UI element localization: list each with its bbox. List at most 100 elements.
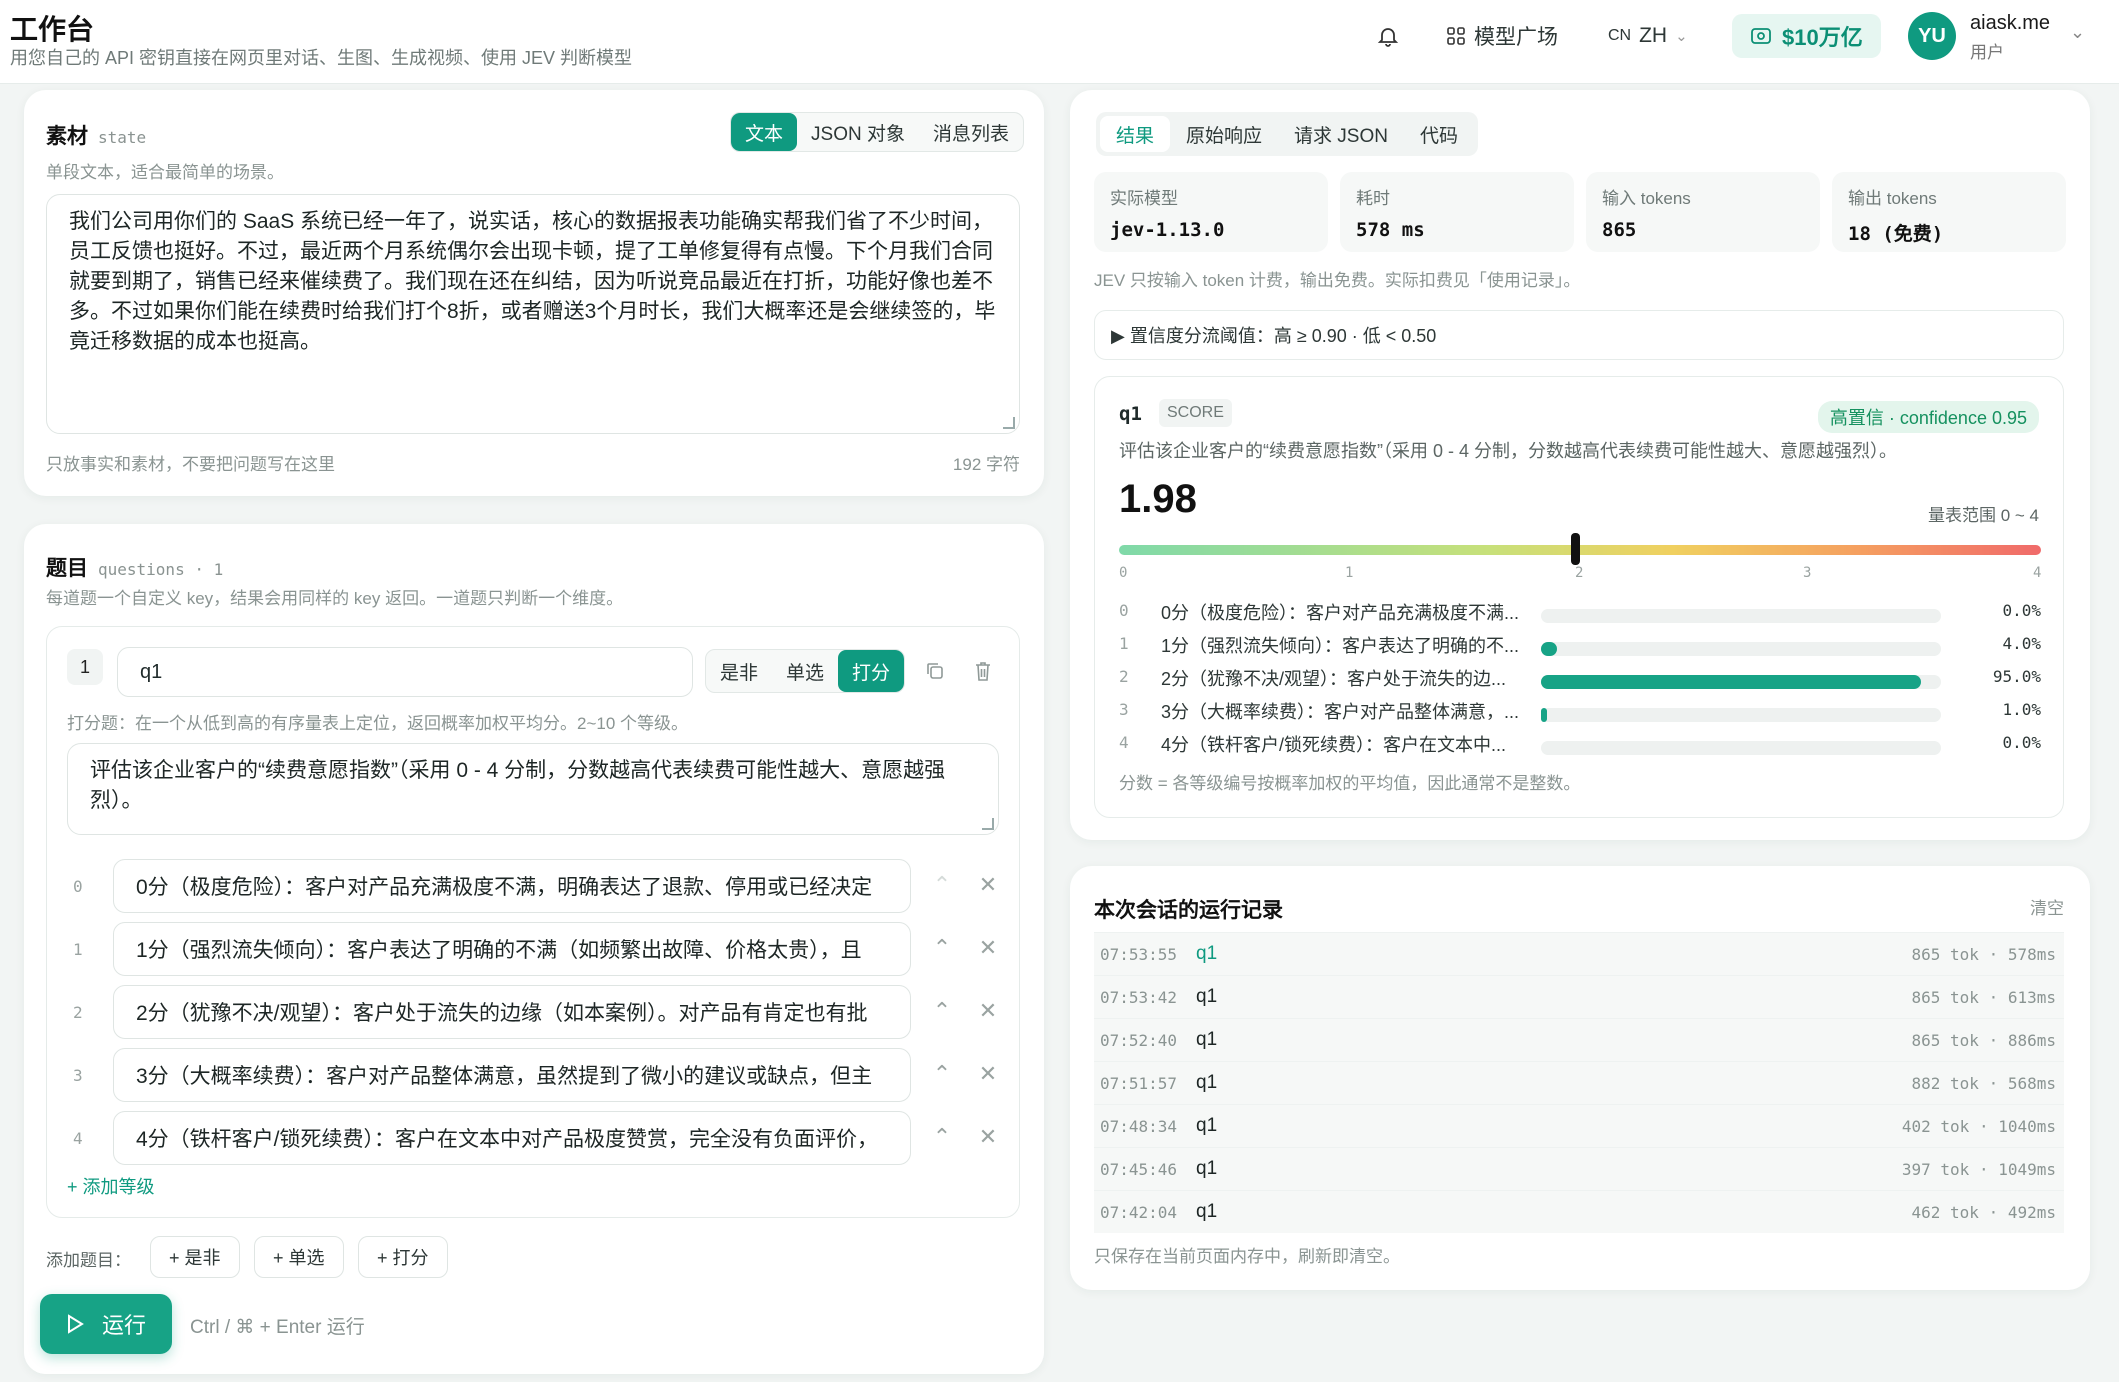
add-question-label: 添加题目：	[46, 1251, 131, 1270]
clear-log-button[interactable]: 清空	[2030, 894, 2064, 919]
mode-text-tab[interactable]: 文本	[731, 113, 798, 151]
level-index: 1	[73, 940, 83, 959]
question-prompt-textarea[interactable]: 评估该企业客户的“续费意愿指数”（采用 0 - 4 分制，分数越高代表续费可能性…	[67, 743, 999, 835]
copy-button[interactable]	[919, 655, 951, 687]
remove-level-icon[interactable]: ✕	[973, 869, 1003, 901]
log-meta: 462 tok · 492ms	[1911, 1203, 2057, 1222]
log-time: 07:51:57	[1100, 1074, 1178, 1093]
level-input[interactable]: 2分（犹豫不决/观望）：客户处于流失的边缘（如本案例）。对产品有肯定也有批	[113, 985, 911, 1039]
stat-output-tokens: 输出 tokens 18 (免费)	[1832, 172, 2066, 252]
log-time: 07:45:46	[1100, 1160, 1178, 1179]
run-log-title: 本次会话的运行记录	[1094, 899, 1283, 922]
distribution-label: 3分（大概率续费）：客户对产品整体满意，...	[1161, 702, 1520, 722]
mode-messages-tab[interactable]: 消息列表	[919, 113, 1023, 151]
log-question: q1	[1196, 1158, 1218, 1179]
score-result: q1 SCORE 高置信 · confidence 0.95 评估该企业客户的“…	[1094, 376, 2064, 818]
distribution-label: 1分（强烈流失倾向）：客户表达了明确的不...	[1161, 636, 1520, 656]
run-shortcut-hint: Ctrl / ⌘ + Enter 运行	[190, 1317, 365, 1338]
stat-label: 输出 tokens	[1848, 189, 1937, 208]
resize-handle[interactable]	[982, 818, 994, 830]
result-tabs: 结果 原始响应 请求 JSON 代码	[1096, 112, 1478, 156]
material-footer-hint: 只放事实和素材，不要把问题写在这里	[46, 455, 335, 474]
remove-level-icon[interactable]: ✕	[973, 995, 1003, 1027]
move-up-icon[interactable]: ⌃	[927, 1121, 957, 1153]
notification-bell-button[interactable]	[1372, 18, 1404, 54]
level-input[interactable]: 0分（极度危险）：客户对产品充满极度不满，明确表达了退款、停用或已经决定	[113, 859, 911, 913]
distribution-percent: 4.0%	[2002, 634, 2041, 653]
log-meta: 402 tok · 1040ms	[1901, 1117, 2056, 1136]
model-marketplace-link[interactable]: 模型广场	[1446, 18, 1558, 54]
level-input[interactable]: 3分（大概率续费）：客户对产品整体满意，虽然提到了微小的建议或缺点，但主	[113, 1048, 911, 1102]
credit-balance-button[interactable]: $10万亿	[1732, 14, 1881, 58]
distribution-fill	[1541, 642, 1557, 656]
resize-handle[interactable]	[1003, 417, 1015, 429]
log-row[interactable]: 07:52:40 q1 865 tok · 886ms	[1094, 1018, 2064, 1061]
distribution-track	[1541, 642, 1941, 656]
add-single-button[interactable]: + 单选	[254, 1236, 344, 1278]
stat-value: 865	[1602, 219, 1637, 241]
tab-request-json[interactable]: 请求 JSON	[1278, 116, 1404, 152]
tab-result[interactable]: 结果	[1100, 116, 1171, 152]
copy-icon	[927, 663, 943, 679]
log-row[interactable]: 07:53:55 q1 865 tok · 578ms	[1094, 932, 2064, 975]
billing-note: JEV 只按输入 token 计费，输出免费。实际扣费见「使用记录」。	[1094, 271, 1581, 290]
material-textarea[interactable]: 我们公司用你们的 SaaS 系统已经一年了，说实话，核心的数据报表功能确实帮我们…	[46, 194, 1020, 434]
tab-raw-response[interactable]: 原始响应	[1170, 116, 1278, 152]
log-question: q1	[1196, 1201, 1218, 1222]
material-card: 素材 state 单段文本，适合最简单的场景。 文本 JSON 对象 消息列表 我…	[24, 90, 1044, 496]
log-row[interactable]: 07:42:04 q1 462 tok · 492ms	[1094, 1190, 2064, 1233]
move-up-icon[interactable]: ⌃	[927, 869, 957, 901]
stat-label: 输入 tokens	[1602, 189, 1691, 208]
remove-level-icon[interactable]: ✕	[973, 932, 1003, 964]
avatar[interactable]: YU	[1908, 12, 1956, 60]
language-selector[interactable]: CN ZH ⌄	[1608, 18, 1688, 54]
add-boolean-button[interactable]: + 是非	[150, 1236, 240, 1278]
log-row[interactable]: 07:45:46 q1 397 tok · 1049ms	[1094, 1147, 2064, 1190]
add-level-button[interactable]: + 添加等级	[67, 1173, 155, 1199]
type-single-tab[interactable]: 单选	[772, 650, 838, 692]
remove-level-icon[interactable]: ✕	[973, 1121, 1003, 1153]
scale-tick: 0	[1119, 565, 1128, 581]
distribution-row: 0 0分（极度危险）：客户对产品充满极度不满... 0.0%	[1095, 597, 2065, 630]
threshold-toggle[interactable]: ▶ 置信度分流阈值：高 ≥ 0.90 · 低 < 0.50	[1094, 310, 2064, 360]
log-row[interactable]: 07:48:34 q1 402 tok · 1040ms	[1094, 1104, 2064, 1147]
stat-value: 578 ms	[1356, 219, 1425, 241]
bell-icon	[1377, 28, 1399, 47]
question-key-input[interactable]: q1	[117, 647, 693, 697]
log-question: q1	[1196, 1072, 1218, 1093]
log-question: q1	[1196, 1115, 1218, 1136]
page-subtitle: 用您自己的 API 密钥直接在网页里对话、生图、生成视频、使用 JEV 判断模型	[10, 48, 633, 68]
move-up-icon[interactable]: ⌃	[927, 1058, 957, 1090]
add-score-button[interactable]: + 打分	[358, 1236, 448, 1278]
distribution-track	[1541, 609, 1941, 623]
level-input[interactable]: 4分（铁杆客户/锁死续费）：客户在文本中对产品极度赞赏，完全没有负面评价，	[113, 1111, 911, 1165]
run-button[interactable]: 运行	[40, 1294, 172, 1354]
questions-tag: questions · 1	[98, 560, 224, 579]
level-input[interactable]: 1分（强烈流失倾向）：客户表达了明确的不满（如频繁出故障、价格太贵），且	[113, 922, 911, 976]
log-time: 07:53:55	[1100, 945, 1178, 964]
distribution-index: 4	[1119, 733, 1129, 752]
tab-code[interactable]: 代码	[1404, 116, 1474, 152]
log-meta: 882 tok · 568ms	[1911, 1074, 2057, 1093]
level-row: 4 4分（铁杆客户/锁死续费）：客户在文本中对产品极度赞赏，完全没有负面评价， …	[47, 1111, 1021, 1165]
log-row[interactable]: 07:53:42 q1 865 tok · 613ms	[1094, 975, 2064, 1018]
distribution-track	[1541, 708, 1941, 722]
log-row[interactable]: 07:51:57 q1 882 tok · 568ms	[1094, 1061, 2064, 1104]
mode-json-tab[interactable]: JSON 对象	[797, 113, 919, 151]
move-up-icon[interactable]: ⌃	[927, 932, 957, 964]
run-bar	[24, 1278, 1044, 1374]
type-boolean-tab[interactable]: 是非	[706, 650, 772, 692]
log-time: 07:42:04	[1100, 1203, 1178, 1222]
type-score-tab[interactable]: 打分	[838, 650, 905, 692]
level-index: 4	[73, 1129, 83, 1148]
distribution-row: 4 4分（铁杆客户/锁死续费）：客户在文本中... 0.0%	[1095, 729, 2065, 762]
delete-button[interactable]	[967, 655, 999, 687]
stat-label: 耗时	[1356, 189, 1390, 208]
move-up-icon[interactable]: ⌃	[927, 995, 957, 1027]
chevron-down-icon[interactable]: ⌄	[2070, 22, 2085, 43]
remove-level-icon[interactable]: ✕	[973, 1058, 1003, 1090]
level-index: 2	[73, 1003, 83, 1022]
distribution-track	[1541, 675, 1941, 689]
result-type-badge: SCORE	[1159, 399, 1232, 427]
language-code: CN	[1608, 27, 1632, 44]
